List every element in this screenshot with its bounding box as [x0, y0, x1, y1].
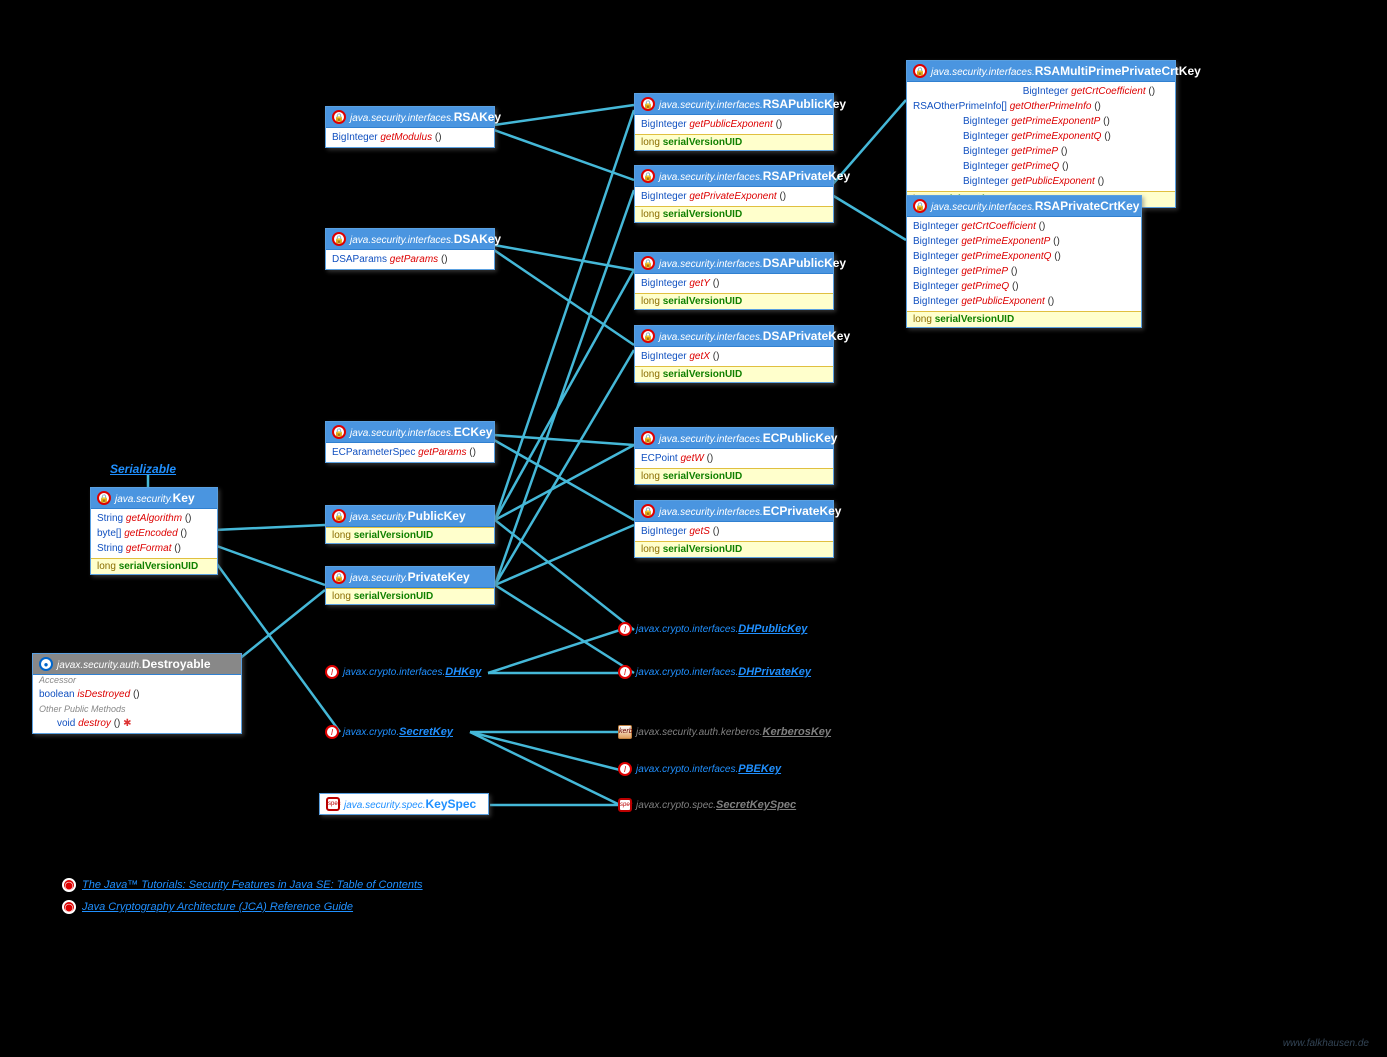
spec-icon: spec	[618, 798, 632, 812]
box-destroyable-header: ● javax.security.auth.Destroyable	[33, 654, 241, 675]
box-rsamultiprime: 🔒java.security.interfaces.RSAMultiPrimeP…	[906, 60, 1176, 208]
mini-dhkey[interactable]: I javax.crypto.interfaces.DHKey	[325, 665, 481, 679]
mini-secretkey[interactable]: I javax.crypto.SecretKey	[325, 725, 453, 739]
interface-icon: 🔒	[641, 97, 655, 111]
interface-icon: 🔒	[913, 64, 927, 78]
box-keyspec: spec java.security.spec.KeySpec	[319, 793, 489, 815]
box-key-header: 🔒 java.security.Key	[91, 488, 217, 509]
interface-icon: 🔒	[641, 431, 655, 445]
interface-icon: 🔒	[332, 110, 346, 124]
mini-kerberoskey[interactable]: kerb javax.security.auth.kerberos.Kerber…	[618, 725, 831, 739]
box-rsapublickey: 🔒java.security.interfaces.RSAPublicKey B…	[634, 93, 834, 151]
kerberos-icon: kerb	[618, 725, 632, 739]
mini-secretkeyspec[interactable]: spec javax.crypto.spec.SecretKeySpec	[618, 798, 796, 812]
interface-icon: 🔒	[641, 329, 655, 343]
label-serializable: Serializable	[110, 462, 176, 476]
interface-icon: 🔒	[97, 491, 111, 505]
box-key-field: long serialVersionUID	[91, 558, 217, 574]
mini-dhpublickey[interactable]: I javax.crypto.interfaces.DHPublicKey	[618, 622, 807, 636]
box-dsaprivatekey: 🔒java.security.interfaces.DSAPrivateKey …	[634, 325, 834, 383]
box-rsaprivatekey: 🔒java.security.interfaces.RSAPrivateKey …	[634, 165, 834, 223]
interface-icon: I	[618, 665, 632, 679]
interface-icon: 🔒	[332, 570, 346, 584]
box-rsakey: 🔒java.security.interfaces.RSAKey BigInte…	[325, 106, 495, 148]
box-eckey: 🔒java.security.interfaces.ECKey ECParame…	[325, 421, 495, 463]
interface-icon: 🔒	[641, 504, 655, 518]
interface-icon: I	[325, 665, 339, 679]
box-dsapublickey: 🔒java.security.interfaces.DSAPublicKey B…	[634, 252, 834, 310]
oracle-icon: ◯	[62, 900, 76, 914]
link-jca[interactable]: ◯ Java Cryptography Architecture (JCA) R…	[62, 900, 353, 914]
interface-icon: ●	[39, 657, 53, 671]
box-publickey: 🔒java.security.PublicKey long serialVers…	[325, 505, 495, 544]
mini-pbekey[interactable]: I javax.crypto.interfaces.PBEKey	[618, 762, 781, 776]
footer-brand: www.falkhausen.de	[1283, 1038, 1369, 1049]
interface-icon: 🔒	[332, 509, 346, 523]
box-dsakey: 🔒java.security.interfaces.DSAKey DSAPara…	[325, 228, 495, 270]
interface-icon: 🔒	[641, 256, 655, 270]
box-ecpublickey: 🔒java.security.interfaces.ECPublicKey EC…	[634, 427, 834, 485]
interface-icon: 🔒	[332, 425, 346, 439]
box-privatekey: 🔒java.security.PrivateKey long serialVer…	[325, 566, 495, 605]
box-destroyable: ● javax.security.auth.Destroyable Access…	[32, 653, 242, 734]
interface-icon: I	[618, 622, 632, 636]
box-key: 🔒 java.security.Key String getAlgorithm …	[90, 487, 218, 575]
box-ecprivatekey: 🔒java.security.interfaces.ECPrivateKey B…	[634, 500, 834, 558]
interface-icon: 🔒	[913, 199, 927, 213]
link-tutorials[interactable]: ◯ The Java™ Tutorials: Security Features…	[62, 878, 423, 892]
spec-icon: spec	[326, 797, 340, 811]
oracle-icon: ◯	[62, 878, 76, 892]
interface-icon: 🔒	[332, 232, 346, 246]
box-rsaprivatecrt: 🔒java.security.interfaces.RSAPrivateCrtK…	[906, 195, 1142, 328]
mini-dhprivatekey[interactable]: I javax.crypto.interfaces.DHPrivateKey	[618, 665, 811, 679]
interface-icon: I	[618, 762, 632, 776]
interface-icon: 🔒	[641, 169, 655, 183]
interface-icon: I	[325, 725, 339, 739]
box-key-methods: String getAlgorithm () byte[] getEncoded…	[91, 509, 217, 558]
